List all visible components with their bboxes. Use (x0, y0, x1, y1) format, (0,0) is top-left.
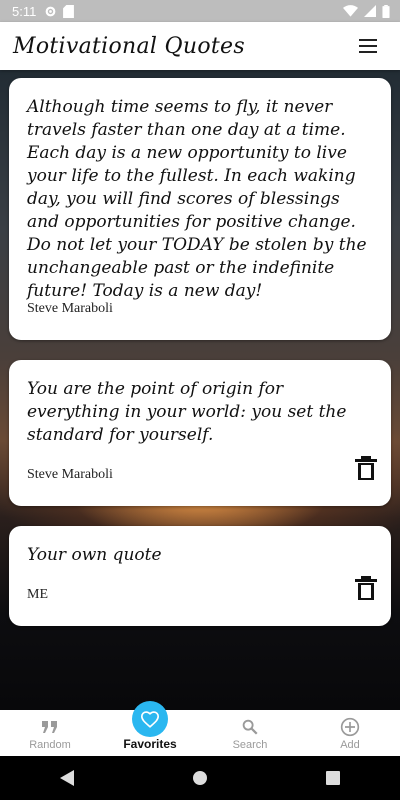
status-time: 5:11 (12, 3, 37, 19)
recents-button[interactable] (313, 758, 353, 798)
app-bar: Motivational Quotes (0, 22, 400, 70)
home-circle-icon (192, 771, 207, 785)
wifi-icon (343, 5, 358, 17)
quote-text: You are the point of origin for everythi… (27, 379, 347, 445)
nav-search-label: Search (232, 739, 268, 751)
status-bar: 5:11 (0, 0, 400, 22)
nav-favorites[interactable]: Favorites (100, 701, 200, 756)
recents-square-icon (326, 771, 341, 785)
app-title: Motivational Quotes (13, 33, 245, 59)
quote-icon (42, 721, 57, 733)
trash-icon (355, 456, 377, 480)
back-triangle-icon (59, 770, 74, 786)
delete-button[interactable] (355, 456, 377, 480)
system-navigation-bar (0, 756, 400, 800)
home-button[interactable] (180, 758, 220, 798)
nav-random[interactable]: Random (0, 710, 100, 756)
battery-icon (382, 4, 390, 18)
quote-author: Steve Maraboli (27, 467, 113, 482)
signal-icon (364, 5, 376, 17)
sd-card-icon (63, 4, 75, 18)
quote-card: Your own quote ME (9, 526, 391, 626)
back-button[interactable] (47, 758, 87, 798)
quote-author: Steve Maraboli (27, 301, 113, 316)
nav-random-label: Random (29, 739, 71, 751)
quote-card: You are the point of origin for everythi… (9, 360, 391, 506)
menu-button[interactable] (356, 34, 380, 58)
trash-icon (355, 576, 377, 600)
nav-favorites-label: Favorites (123, 737, 177, 751)
hamburger-icon (359, 39, 377, 53)
settings-icon (45, 6, 56, 16)
quote-card: Although time seems to fly, it never tra… (9, 78, 391, 393)
search-icon (242, 719, 258, 735)
nav-search[interactable]: Search (200, 710, 300, 756)
favorites-bubble (132, 701, 168, 737)
quote-text: Although time seems to fly, it never tra… (27, 97, 367, 301)
heart-icon (140, 711, 160, 728)
nav-add[interactable]: Add (300, 710, 400, 756)
delete-button[interactable] (355, 576, 377, 600)
nav-add-label: Add (340, 739, 360, 751)
quote-author: ME (27, 587, 48, 602)
bottom-navigation: Random Favorites Search Add (0, 701, 400, 756)
add-circle-icon (340, 717, 360, 737)
quote-text: Your own quote (27, 545, 162, 565)
